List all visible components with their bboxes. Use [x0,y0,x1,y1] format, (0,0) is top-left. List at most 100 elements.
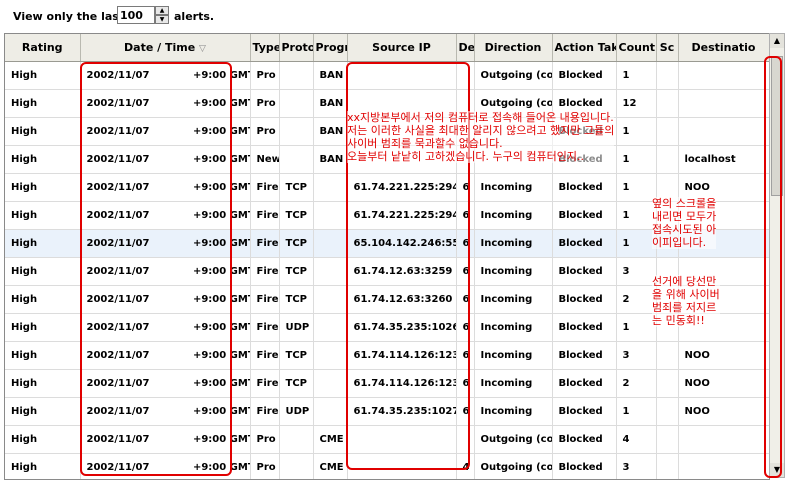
cell-count: 3 [616,453,657,479]
cell-type: Fire [250,369,280,398]
cell-program: BAN [313,117,348,146]
cell-program: BAN [313,61,348,90]
cell-direction: Outgoing (co [474,61,553,90]
cell-type: Fire [250,201,280,230]
cell-program: CME [313,425,348,454]
cell-count: 1 [616,229,657,258]
cell-protocol: TCP [279,369,314,398]
alert-filter-bar: View only the last ▲ ▼ alerts. [0,0,787,32]
cell-action: Blocked [552,313,617,342]
annotation-scroll-note: 옆의 스크롤을 내리면 모두가 접속시도된 아 이피입니다. [652,197,717,249]
cell-type: Pro [250,453,280,479]
alert-count-stepper[interactable]: ▲ ▼ [117,6,169,24]
cell-rating: High [5,285,81,314]
col-header-destination[interactable]: Destinatio [678,34,769,62]
cell-destination [678,89,769,118]
cell-rating: High [5,425,81,454]
col-header-action[interactable]: Action Take [552,34,617,62]
cell-program [313,369,348,398]
alert-count-input[interactable] [117,6,155,24]
cell-source [656,453,679,479]
cell-rating: High [5,61,81,90]
col-header-protocol[interactable]: Proto [279,34,314,62]
cell-program [313,229,348,258]
col-header-source[interactable]: Sc [656,34,679,62]
col-header-datetime[interactable]: Date / Time ▽ [80,34,251,62]
filter-prefix-label: View only the last [13,10,125,23]
table-header-row: Rating Date / Time ▽ Type Proto Progr So… [5,34,769,62]
stepper-down-icon[interactable]: ▼ [155,15,169,24]
cell-protocol: TCP [279,257,314,286]
cell-rating: High [5,397,81,426]
cell-source [656,89,679,118]
scroll-up-icon[interactable]: ▲ [770,34,784,48]
cell-count: 2 [616,285,657,314]
cell-type: Fire [250,397,280,426]
cell-program [313,285,348,314]
cell-destination [678,453,769,479]
scrollbar-highlight-box [764,56,782,478]
cell-direction: Incoming [474,201,553,230]
cell-action: Blocked [552,369,617,398]
col-header-count[interactable]: Count [616,34,657,62]
cell-protocol: TCP [279,201,314,230]
cell-protocol [279,425,314,454]
cell-count: 2 [616,369,657,398]
col-header-source-ip[interactable]: Source IP [347,34,457,62]
cell-type: Fire [250,313,280,342]
cell-action: Blocked [552,257,617,286]
datetime-highlight-box [80,62,232,476]
cell-direction: Outgoing (co [474,425,553,454]
sort-descending-icon: ▽ [199,44,206,54]
cell-type: Fire [250,173,280,202]
cell-type: New [250,145,280,174]
cell-direction: Incoming [474,285,553,314]
cell-rating: High [5,145,81,174]
stepper-up-icon[interactable]: ▲ [155,6,169,15]
cell-action: Blocked [552,285,617,314]
cell-source [656,117,679,146]
col-header-datetime-label: Date / Time [124,41,196,54]
cell-source [656,397,679,426]
cell-count: 3 [616,257,657,286]
col-header-dest-port[interactable]: De [456,34,475,62]
cell-destination [678,61,769,90]
cell-program [313,201,348,230]
cell-action: Blocked [552,229,617,258]
cell-destination: localhost [678,145,769,174]
cell-rating: High [5,117,81,146]
cell-count: 12 [616,89,657,118]
cell-source [656,341,679,370]
cell-rating: High [5,313,81,342]
cell-source [656,369,679,398]
cell-program: CME [313,453,348,479]
col-header-type[interactable]: Type [250,34,280,62]
cell-direction: Incoming [474,397,553,426]
cell-count: 4 [616,425,657,454]
cell-action: Blocked [552,61,617,90]
cell-direction: Incoming [474,341,553,370]
cell-count: 1 [616,61,657,90]
cell-count: 1 [616,201,657,230]
cell-protocol: TCP [279,173,314,202]
cell-protocol [279,145,314,174]
cell-program: BAN [313,89,348,118]
cell-type: Fire [250,285,280,314]
cell-direction: Outgoing (co [474,453,553,479]
cell-program: BAN [313,145,348,174]
cell-program [313,257,348,286]
cell-program [313,313,348,342]
cell-count: 1 [616,145,657,174]
col-header-direction[interactable]: Direction [474,34,553,62]
cell-destination [678,117,769,146]
cell-type: Pro [250,117,280,146]
filter-suffix-label: alerts. [174,10,215,23]
cell-action: Blocked [552,425,617,454]
cell-rating: High [5,201,81,230]
col-header-program[interactable]: Progr [313,34,348,62]
annotation-main-note: xx지방본부에서 저의 컴퓨터로 접속해 들어온 내용입니다. 저는 이러한 사… [347,111,615,163]
cell-direction: Incoming [474,313,553,342]
cell-type: Fire [250,257,280,286]
col-header-rating[interactable]: Rating [5,34,81,62]
cell-protocol: UDP [279,313,314,342]
